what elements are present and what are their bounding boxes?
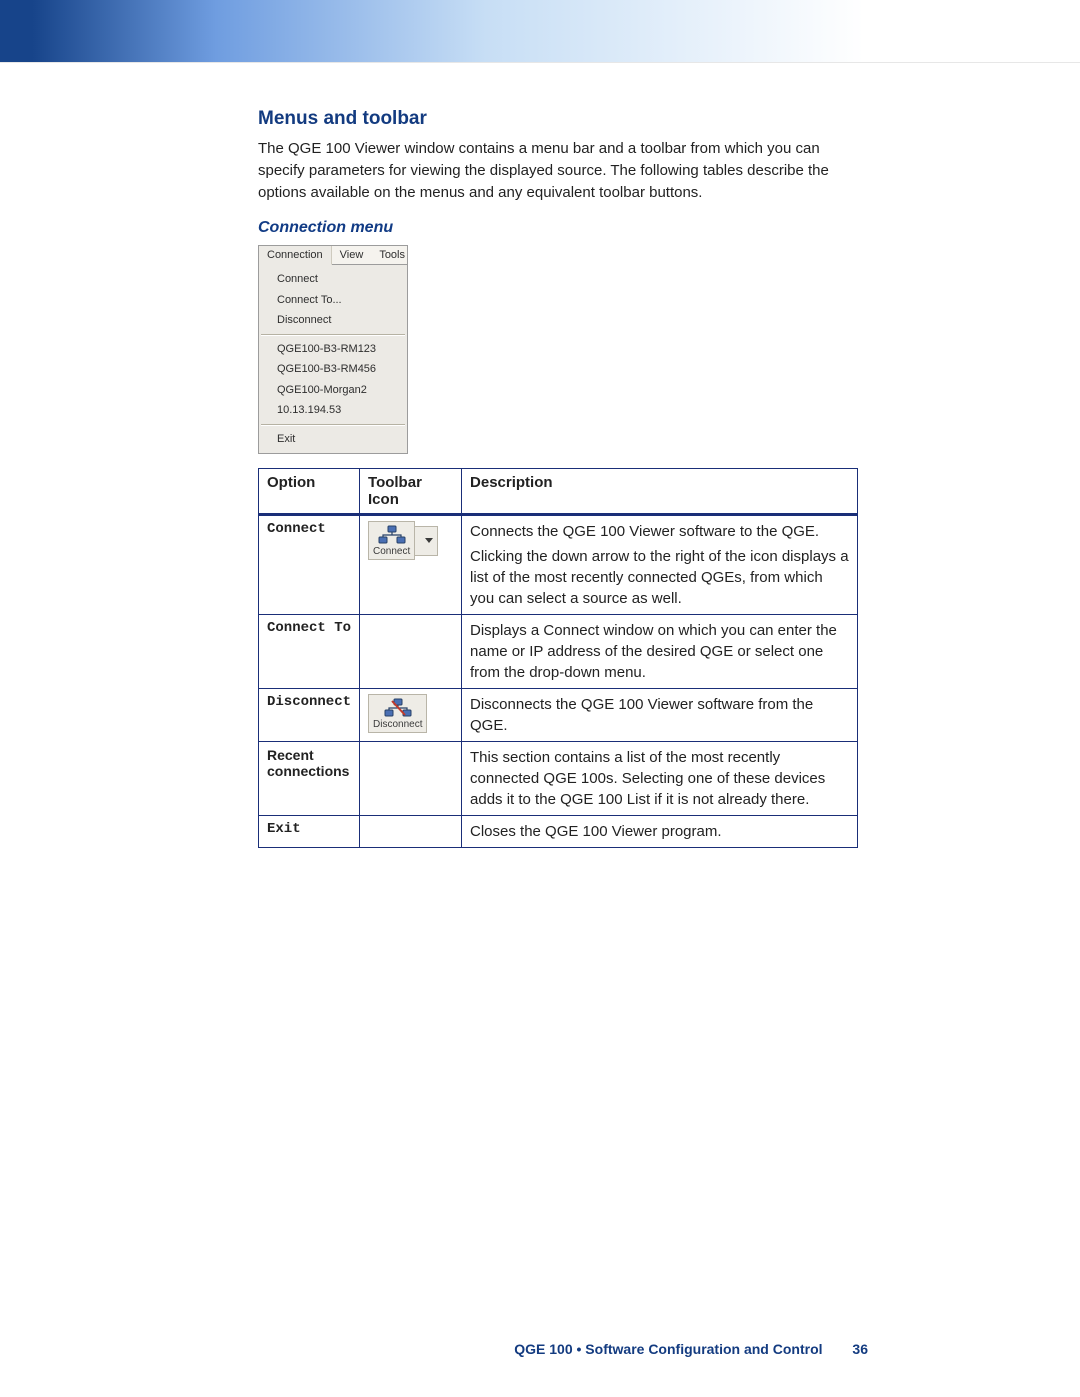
page-header-bar bbox=[0, 0, 1080, 63]
description-cell: Displays a Connect window on which you c… bbox=[462, 615, 858, 689]
description-text: Connects the QGE 100 Viewer software to … bbox=[470, 521, 849, 542]
toolbar-icon-label: Connect bbox=[373, 547, 410, 557]
option-cell: Disconnect bbox=[259, 689, 360, 742]
menu-item-recent[interactable]: QGE100-B3-RM456 bbox=[259, 359, 407, 380]
description-text: This section contains a list of the most… bbox=[470, 747, 849, 810]
menu-item-exit[interactable]: Exit bbox=[259, 429, 407, 450]
section-heading: Menus and toolbar bbox=[258, 108, 868, 130]
description-cell: This section contains a list of the most… bbox=[462, 742, 858, 816]
menu-connection[interactable]: Connection bbox=[259, 246, 332, 265]
description-cell: Connects the QGE 100 Viewer software to … bbox=[462, 515, 858, 615]
table-row: Exit Closes the QGE 100 Viewer program. bbox=[259, 816, 858, 848]
menu-item-recent[interactable]: QGE100-Morgan2 bbox=[259, 380, 407, 401]
table-row: Recent connections This section contains … bbox=[259, 742, 858, 816]
toolbar-icon-label: Disconnect bbox=[373, 720, 422, 730]
option-cell: Recent connections bbox=[259, 742, 360, 816]
connection-menu-screenshot: Connection View Tools Connect Connect To… bbox=[258, 245, 408, 454]
toolbar-icon-cell bbox=[360, 816, 462, 848]
dropdown-caret-icon[interactable] bbox=[425, 538, 433, 543]
page-footer: QGE 100 • Software Configuration and Con… bbox=[258, 1341, 868, 1357]
connection-menu-reference-table: Option Toolbar Icon Description ConnectC… bbox=[258, 468, 858, 848]
subsection-heading: Connection menu bbox=[258, 219, 868, 237]
toolbar-icon-cell: Connect bbox=[360, 515, 462, 615]
description-text: Clicking the down arrow to the right of … bbox=[470, 546, 849, 609]
intro-paragraph: The QGE 100 Viewer window contains a men… bbox=[258, 138, 868, 203]
menu-bar: Connection View Tools bbox=[259, 246, 407, 265]
connect-toolbar-icon[interactable]: Connect bbox=[368, 521, 415, 560]
description-cell: Disconnects the QGE 100 Viewer software … bbox=[462, 689, 858, 742]
description-text: Disconnects the QGE 100 Viewer software … bbox=[470, 694, 849, 736]
table-row: Connect Connect Connects the QGE 100 Viewe… bbox=[259, 515, 858, 615]
menu-item-recent[interactable]: 10.13.194.53 bbox=[259, 400, 407, 421]
option-cell: Connect bbox=[259, 515, 360, 615]
table-header-row: Option Toolbar Icon Description bbox=[259, 469, 858, 515]
menu-tools[interactable]: Tools bbox=[371, 246, 413, 264]
toolbar-icon-cell bbox=[360, 615, 462, 689]
menu-item-connect-to[interactable]: Connect To... bbox=[259, 290, 407, 311]
option-cell: Exit bbox=[259, 816, 360, 848]
menu-item-connect[interactable]: Connect bbox=[259, 269, 407, 290]
description-cell: Closes the QGE 100 Viewer program. bbox=[462, 816, 858, 848]
page-number: 36 bbox=[852, 1341, 868, 1357]
toolbar-icon-cell bbox=[360, 742, 462, 816]
table-row: Disconnect Disconnect Disconnects the QGE … bbox=[259, 689, 858, 742]
description-text: Closes the QGE 100 Viewer program. bbox=[470, 821, 849, 842]
table-row: Connect To Displays a Connect window on w… bbox=[259, 615, 858, 689]
disconnect-toolbar-icon[interactable]: Disconnect bbox=[368, 694, 427, 733]
page-content: Menus and toolbar The QGE 100 Viewer win… bbox=[258, 108, 868, 848]
menu-view[interactable]: View bbox=[332, 246, 372, 264]
col-option: Option bbox=[259, 469, 360, 515]
toolbar-icon-cell: Disconnect bbox=[360, 689, 462, 742]
col-icon: Toolbar Icon bbox=[360, 469, 462, 515]
menu-item-recent[interactable]: QGE100-B3-RM123 bbox=[259, 339, 407, 360]
col-desc: Description bbox=[462, 469, 858, 515]
menu-separator bbox=[261, 334, 405, 336]
option-cell: Connect To bbox=[259, 615, 360, 689]
menu-item-disconnect[interactable]: Disconnect bbox=[259, 310, 407, 331]
menu-separator bbox=[261, 424, 405, 426]
description-text: Displays a Connect window on which you c… bbox=[470, 620, 849, 683]
footer-text: QGE 100 • Software Configuration and Con… bbox=[514, 1341, 822, 1357]
page: Menus and toolbar The QGE 100 Viewer win… bbox=[0, 0, 1080, 1397]
menu-dropdown: Connect Connect To... Disconnect QGE100-… bbox=[259, 265, 407, 453]
